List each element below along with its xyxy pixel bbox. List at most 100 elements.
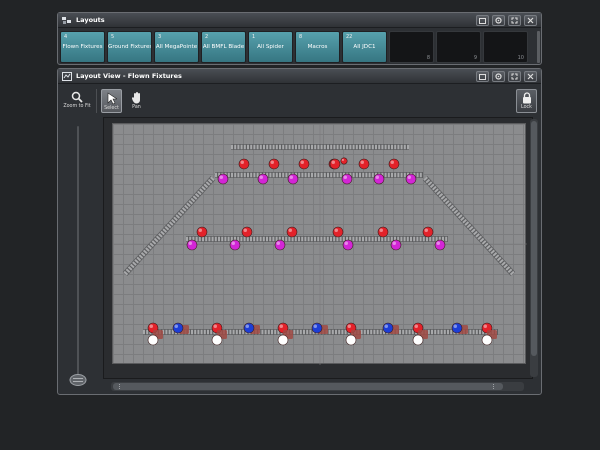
zoom-to-fit-button[interactable]: Zoom to Fit xyxy=(62,89,92,113)
fixture-magenta[interactable] xyxy=(405,173,417,185)
layout-canvas[interactable] xyxy=(112,123,527,365)
fixture-blue-body xyxy=(382,322,394,334)
fixture-white[interactable] xyxy=(412,334,424,346)
vertical-scroll-thumb[interactable] xyxy=(531,121,537,356)
fixture-magenta-highlight xyxy=(392,241,396,245)
layout-view-window: Layout View - Flown Fixtures Zoom to Fit… xyxy=(57,68,542,395)
close-button[interactable] xyxy=(524,71,537,82)
layouts-scrollbar[interactable] xyxy=(537,31,540,63)
fixture-red[interactable] xyxy=(332,226,344,238)
layout-button-ground-fixtures[interactable]: 5 Ground Fixtures xyxy=(107,31,152,63)
fixture-magenta[interactable] xyxy=(390,239,402,251)
layouts-titlebar[interactable]: Layouts xyxy=(58,13,541,28)
maximize-button[interactable] xyxy=(508,71,521,82)
fixture-red[interactable] xyxy=(286,226,298,238)
settings-button[interactable] xyxy=(492,71,505,82)
fixture-blue[interactable] xyxy=(382,322,394,334)
fixture-blue-body xyxy=(451,322,463,334)
layout-button-all-megapointe[interactable]: 3 All MegaPointe xyxy=(154,31,199,63)
fixture-white[interactable] xyxy=(345,334,357,346)
fixture-magenta-highlight xyxy=(343,175,347,179)
layout-label: All Spider xyxy=(257,44,284,50)
fixture-red[interactable] xyxy=(298,158,310,170)
fixture-red[interactable] xyxy=(340,157,348,165)
fixture-magenta[interactable] xyxy=(217,173,229,185)
fixture-magenta-body xyxy=(274,239,286,251)
layout-button-empty[interactable]: 10 xyxy=(483,31,528,63)
zoom-to-fit-label: Zoom to Fit xyxy=(63,104,91,109)
fixture-magenta-body xyxy=(405,173,417,185)
fixture-blue[interactable] xyxy=(311,322,323,334)
fixture-red-highlight xyxy=(288,228,292,232)
layout-number: 2 xyxy=(205,34,209,40)
canvas-horizontal-scrollbar[interactable] xyxy=(111,382,524,391)
layout-button-empty[interactable]: 9 xyxy=(436,31,481,63)
fixture-white[interactable] xyxy=(147,334,159,346)
fixture-white[interactable] xyxy=(211,334,223,346)
fixture-red[interactable] xyxy=(241,226,253,238)
fixture-red-highlight xyxy=(198,228,202,232)
layout-view-titlebar[interactable]: Layout View - Flown Fixtures xyxy=(58,69,541,84)
fixture-red-body xyxy=(422,226,434,238)
layout-number: 8 xyxy=(299,34,303,40)
fixture-white-body xyxy=(277,334,289,346)
fixture-blue[interactable] xyxy=(451,322,463,334)
fixture-magenta[interactable] xyxy=(186,239,198,251)
restore-button[interactable] xyxy=(476,15,489,26)
fixture-red[interactable] xyxy=(268,158,280,170)
fixture-magenta-highlight xyxy=(219,175,223,179)
layout-view-icon xyxy=(62,71,72,81)
layout-number: 10 xyxy=(517,55,524,61)
close-button[interactable] xyxy=(524,15,537,26)
fixture-magenta-highlight xyxy=(375,175,379,179)
fixture-white[interactable] xyxy=(481,334,493,346)
fixture-red[interactable] xyxy=(377,226,389,238)
maximize-button[interactable] xyxy=(508,15,521,26)
maximize-icon xyxy=(511,73,518,80)
fixture-white-highlight xyxy=(149,336,153,340)
fixture-magenta[interactable] xyxy=(274,239,286,251)
canvas-vertical-scrollbar[interactable] xyxy=(530,119,538,377)
fixture-magenta[interactable] xyxy=(341,173,353,185)
padlock-icon xyxy=(522,92,531,104)
fixture-white-highlight xyxy=(347,336,351,340)
fixture-white-body xyxy=(147,334,159,346)
fixture-magenta[interactable] xyxy=(342,239,354,251)
fixture-magenta-highlight xyxy=(259,175,263,179)
fixture-red[interactable] xyxy=(196,226,208,238)
fixture-magenta[interactable] xyxy=(434,239,446,251)
layout-button-macros[interactable]: 8 Macros xyxy=(295,31,340,63)
fixture-blue[interactable] xyxy=(243,322,255,334)
fixture-red[interactable] xyxy=(358,158,370,170)
fixture-red[interactable] xyxy=(238,158,250,170)
fixture-red[interactable] xyxy=(329,158,341,170)
fixture-red[interactable] xyxy=(422,226,434,238)
fixture-magenta[interactable] xyxy=(229,239,241,251)
layout-button-all-jdc1[interactable]: 22 All JDC1 xyxy=(342,31,387,63)
fixture-magenta[interactable] xyxy=(287,173,299,185)
fixture-red-highlight xyxy=(149,324,153,328)
fixture-magenta[interactable] xyxy=(257,173,269,185)
layout-button-all-bmfl-blade[interactable]: 2 All BMFL Blade xyxy=(201,31,246,63)
fixture-magenta[interactable] xyxy=(373,173,385,185)
lock-label: Lock xyxy=(521,105,532,110)
settings-button[interactable] xyxy=(492,15,505,26)
fixture-magenta-body xyxy=(186,239,198,251)
layout-button-all-spider[interactable]: 1 All Spider xyxy=(248,31,293,63)
layout-button-flown-fixtures[interactable]: 4 Flown Fixtures xyxy=(60,31,105,63)
fixture-red-body xyxy=(298,158,310,170)
layout-button-empty[interactable]: 8 xyxy=(389,31,434,63)
fixture-red-highlight xyxy=(379,228,383,232)
select-tool-button[interactable]: Select xyxy=(101,89,122,113)
fixture-white-body xyxy=(211,334,223,346)
fixture-blue[interactable] xyxy=(172,322,184,334)
lock-button[interactable]: Lock xyxy=(516,89,537,113)
restore-button[interactable] xyxy=(476,71,489,82)
horizontal-scroll-thumb[interactable] xyxy=(113,383,503,390)
zoom-slider-track[interactable] xyxy=(77,126,79,382)
fixture-red[interactable] xyxy=(388,158,400,170)
restore-icon xyxy=(479,73,486,80)
fixture-white[interactable] xyxy=(277,334,289,346)
pan-tool-button[interactable]: Pan xyxy=(126,89,147,113)
zoom-slider-thumb[interactable] xyxy=(69,373,87,387)
